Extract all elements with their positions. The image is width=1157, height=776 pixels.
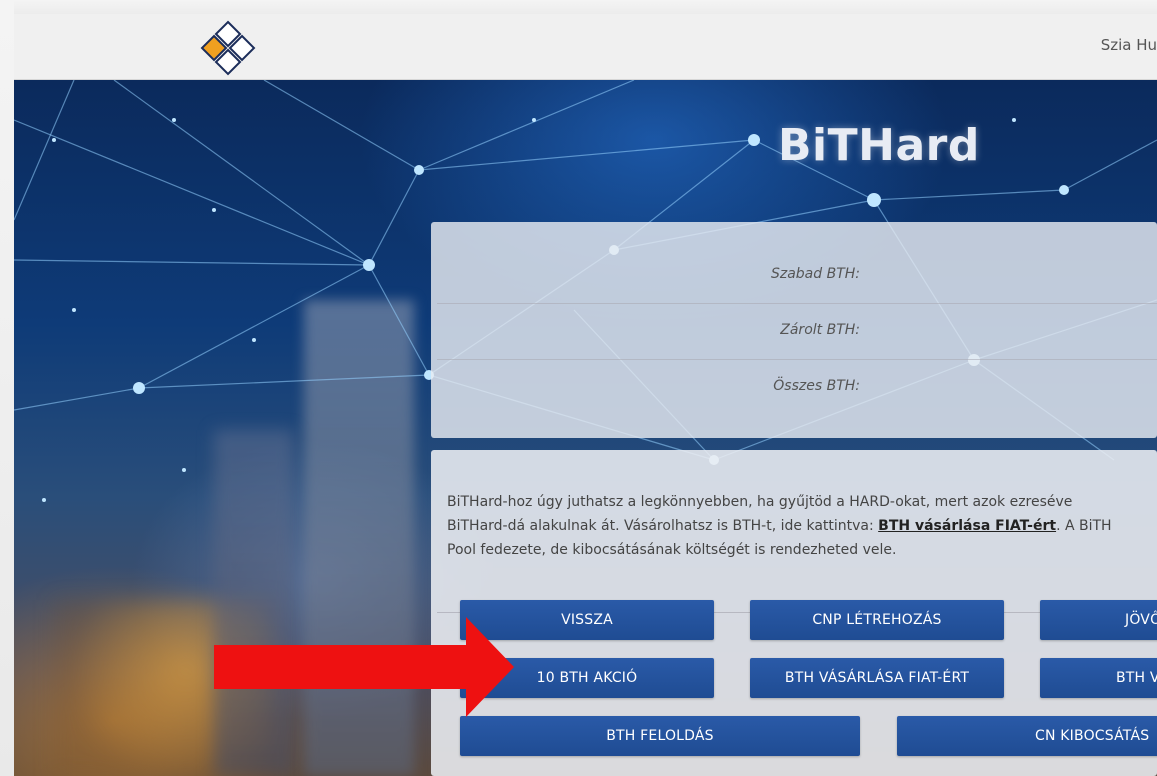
red-arrow-annotation [214,617,514,717]
cnp-create-button[interactable]: CNP LÉTREHOZÁS [750,600,1004,640]
buy-fiat-link[interactable]: BTH vásárlása FIAT-ért [878,518,1056,534]
balance-row-total: Összes BTH: [437,360,1157,416]
future-build-button[interactable]: JÖVŐÉPÍTÉ [1040,600,1157,640]
page-left-margin [0,0,14,776]
total-bth-label: Összes BTH: [773,378,860,394]
balance-card: Szabad BTH: Zárolt BTH: Összes BTH: [431,222,1157,438]
locked-bth-label: Zárolt BTH: [780,322,860,338]
free-bth-label: Szabad BTH: [770,266,860,282]
balance-row-locked: Zárolt BTH: [437,304,1157,360]
top-navbar: Szia Hu [14,14,1157,80]
bth-unlock-button[interactable]: BTH FELOLDÁS [460,716,860,756]
user-greeting[interactable]: Szia Hu [1101,36,1157,54]
buy-bth-button[interactable]: BTH VÁSÁRL [1040,658,1157,698]
info-line-2-start: BiTHard-dá alakulnak át. Vásárolhatsz is… [447,518,879,534]
bithard-logo-icon[interactable] [198,20,258,76]
hero-section: BiTHard Szabad BTH: Zárolt BTH: Összes B… [14,80,1157,776]
info-line-2-end: . A BiTH [1056,518,1112,534]
info-paragraph: BiTHard-hoz úgy juthatsz a legkönnyebben… [447,490,1157,562]
info-line-2: BiTHard-dá alakulnak át. Vásárolhatsz is… [447,514,1157,538]
buy-bth-fiat-button[interactable]: BTH VÁSÁRLÁSA FIAT-ÉRT [750,658,1004,698]
info-card: BiTHard-hoz úgy juthatsz a legkönnyebben… [431,450,1157,776]
info-line-1: BiTHard-hoz úgy juthatsz a legkönnyebben… [447,494,1073,510]
page-title: BiTHard [778,120,980,171]
cn-issue-button[interactable]: CN KIBOCSÁTÁS [897,716,1157,756]
balance-row-free: Szabad BTH: [437,248,1157,304]
info-line-3: Pool fedezete, de kibocsátásának költség… [447,542,897,558]
